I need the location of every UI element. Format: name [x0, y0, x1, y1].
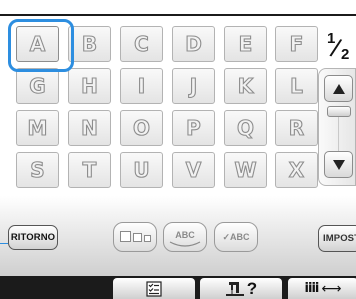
char-label: E — [238, 32, 253, 56]
scroll-thumb[interactable] — [327, 106, 351, 117]
char-key-l[interactable]: L — [275, 68, 318, 104]
char-label: K — [237, 74, 254, 98]
char-label: X — [288, 158, 305, 182]
char-key-g[interactable]: G — [16, 68, 59, 104]
char-key-j[interactable]: J — [172, 68, 215, 104]
char-label: F — [289, 32, 304, 56]
char-key-x[interactable]: X — [275, 152, 318, 188]
char-key-u[interactable]: U — [120, 152, 163, 188]
char-key-w[interactable]: W — [224, 152, 267, 188]
char-label: C — [134, 32, 150, 56]
page-indicator: 1 / 2 — [327, 30, 353, 64]
arc-label: ABC — [175, 230, 195, 240]
char-label: M — [27, 116, 48, 140]
char-label: V — [185, 158, 202, 182]
char-label: R — [288, 116, 305, 140]
check-icon: ✓ — [222, 231, 231, 242]
imposta-label: IMPOSTA — [323, 233, 356, 244]
char-label: H — [81, 74, 99, 98]
char-label: I — [137, 74, 146, 98]
triangle-up-icon — [332, 83, 345, 94]
char-label: A — [29, 32, 46, 56]
char-key-k[interactable]: K — [224, 68, 267, 104]
char-label: J — [189, 74, 198, 98]
spacing-icon — [119, 230, 152, 244]
char-key-e[interactable]: E — [224, 26, 267, 62]
checklist-icon — [146, 280, 162, 297]
double-arrow-icon: ⟷ — [321, 280, 342, 297]
char-key-i[interactable]: I — [120, 68, 163, 104]
char-label: L — [290, 74, 304, 98]
ritorno-button[interactable]: RITORNO — [8, 225, 58, 250]
check-abc-label: ABC — [230, 232, 250, 242]
char-label: W — [234, 158, 257, 182]
char-label: N — [81, 116, 99, 140]
char-label: O — [132, 116, 150, 140]
char-label: T — [82, 158, 97, 182]
page-total: 2 — [341, 46, 350, 63]
char-key-h[interactable]: H — [68, 68, 111, 104]
char-key-a[interactable]: A — [16, 26, 59, 62]
triangle-down-icon — [332, 159, 345, 170]
char-key-v[interactable]: V — [172, 152, 215, 188]
scroll-up-button[interactable] — [324, 75, 353, 102]
char-label: P — [186, 116, 202, 140]
char-label: Q — [236, 116, 254, 140]
check-abc-button[interactable]: ✓ ABC — [214, 222, 258, 252]
header-divider — [0, 14, 356, 16]
char-key-d[interactable]: D — [172, 26, 215, 62]
char-label: B — [81, 32, 98, 56]
char-key-q[interactable]: Q — [224, 110, 267, 146]
char-key-m[interactable]: M — [16, 110, 59, 146]
char-key-c[interactable]: C — [120, 26, 163, 62]
char-key-r[interactable]: R — [275, 110, 318, 146]
help-button[interactable]: ? — [200, 278, 282, 299]
letter-spacing-button[interactable] — [113, 222, 157, 252]
char-key-n[interactable]: N — [68, 110, 111, 146]
imposta-button[interactable]: IMPOSTA — [318, 225, 356, 252]
page-scrollbar[interactable] — [318, 68, 356, 186]
scroll-down-button[interactable] — [324, 151, 353, 178]
char-key-s[interactable]: S — [16, 152, 59, 188]
callout-line — [0, 243, 8, 244]
scroll-track — [338, 117, 339, 151]
char-label: S — [30, 158, 46, 182]
list-button[interactable] — [113, 278, 195, 299]
char-label: D — [185, 32, 203, 56]
arc-text-button[interactable]: ABC — [163, 222, 207, 252]
bars-icon: ⅰⅰⅰⅰ — [304, 281, 320, 296]
question-mark-icon: ? — [246, 278, 258, 298]
char-key-b[interactable]: B — [68, 26, 111, 62]
char-label: G — [29, 74, 47, 98]
char-key-t[interactable]: T — [68, 152, 111, 188]
char-label: U — [133, 158, 150, 182]
layout-button[interactable]: ⅰⅰⅰⅰ ⟷ — [288, 278, 356, 299]
arc-text-icon: ABC — [169, 230, 201, 247]
char-key-o[interactable]: O — [120, 110, 163, 146]
char-key-p[interactable]: P — [172, 110, 215, 146]
char-key-f[interactable]: F — [275, 26, 318, 62]
character-grid: A B C D E F G H I J K L M N O P Q R S T … — [16, 26, 318, 188]
ritorno-label: RITORNO — [10, 232, 56, 243]
sewing-machine-question-icon — [225, 281, 244, 296]
